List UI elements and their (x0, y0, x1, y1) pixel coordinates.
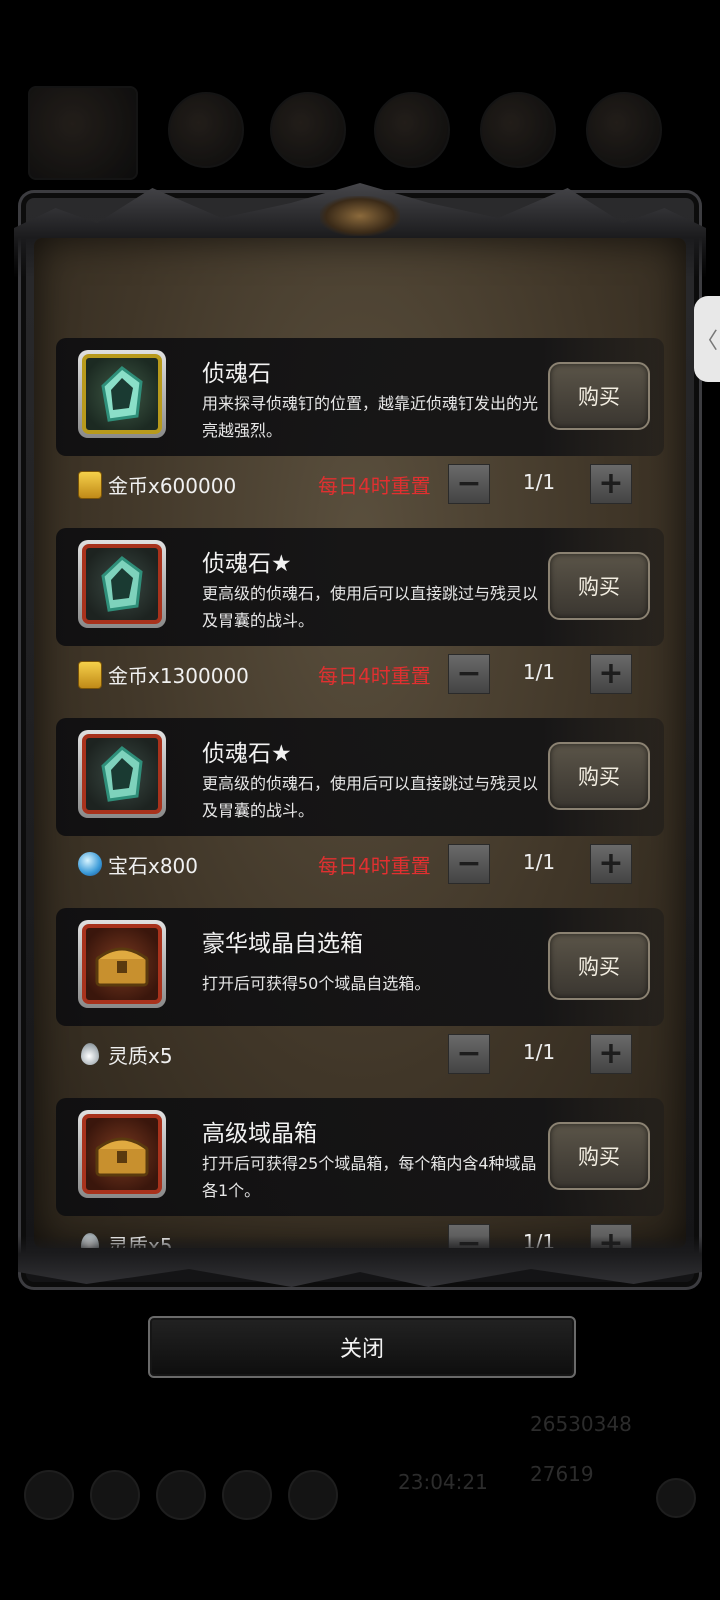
item-icon-frame (78, 350, 166, 438)
background-tab-gear (374, 92, 450, 168)
quantity-plus-button[interactable]: + (590, 654, 632, 694)
item-icon-frame (78, 1110, 166, 1198)
background-tab-misc (586, 92, 662, 168)
item-description: 更高级的侦魂石，使用后可以直接跳过与残灵以及胃囊的战斗。 (202, 774, 539, 820)
item-description: 打开后可获得50个域晶自选箱。 (202, 974, 431, 993)
quantity-minus-button[interactable]: − (448, 1034, 490, 1074)
quantity-count: 1/1 (522, 660, 556, 684)
soul-stone-icon (82, 354, 162, 434)
price-row: 金币x600000 每日4时重置 − 1/1 + (56, 464, 664, 504)
quantity-count: 1/1 (522, 470, 556, 494)
item-name: 侦魂石★ (202, 741, 292, 767)
gem-icon (78, 852, 102, 876)
background-bottom-icon-5 (288, 1470, 338, 1520)
background-gem-amount: 27619 (530, 1462, 594, 1486)
background-tab-helmet (270, 92, 346, 168)
quantity-minus-button[interactable]: − (448, 464, 490, 504)
buy-button[interactable]: 购买 (548, 1122, 650, 1190)
item-description: 用来探寻侦魂钉的位置，越靠近侦魂钉发出的光亮越强烈。 (202, 394, 539, 440)
item-name: 侦魂石 (202, 361, 271, 387)
item-name: 高级域晶箱 (202, 1121, 317, 1147)
shop-item-card: 侦魂石 用来探寻侦魂钉的位置，越靠近侦魂钉发出的光亮越强烈。 购买 (56, 338, 664, 456)
item-icon-frame (78, 920, 166, 1008)
advanced-chest-icon (82, 1114, 162, 1194)
quantity-plus-button[interactable]: + (590, 464, 632, 504)
background-timer: 23:04:21 (398, 1470, 488, 1494)
quantity-count: 1/1 (522, 1040, 556, 1064)
gold-coin-icon (78, 661, 102, 689)
quantity-plus-button[interactable]: + (590, 1034, 632, 1074)
shop-list-panel[interactable]: 侦魂石 用来探寻侦魂钉的位置，越靠近侦魂钉发出的光亮越强烈。 购买 金币x600… (34, 238, 686, 1248)
reset-text: 每日4时重置 (318, 854, 431, 878)
price-row: 金币x1300000 每日4时重置 − 1/1 + (56, 654, 664, 694)
item-name: 侦魂石★ (202, 551, 292, 577)
background-bottom-icon-3 (156, 1470, 206, 1520)
item-icon-frame (78, 730, 166, 818)
buy-button[interactable]: 购买 (548, 552, 650, 620)
background-tab-armor (168, 92, 244, 168)
side-drawer-handle[interactable]: 〈 (694, 296, 720, 382)
quantity-plus-button[interactable]: + (590, 844, 632, 884)
gold-coin-icon (78, 471, 102, 499)
buy-button[interactable]: 购买 (548, 742, 650, 810)
item-description: 打开后可获得25个域晶箱，每个箱内含4种域晶各1个。 (202, 1154, 537, 1200)
background-bottom-icon-4 (222, 1470, 272, 1520)
price-row: 宝石x800 每日4时重置 − 1/1 + (56, 844, 664, 884)
item-icon-frame (78, 540, 166, 628)
reset-text: 每日4时重置 (318, 664, 431, 688)
background-settings-icon (656, 1478, 696, 1518)
spirit-essence-icon (81, 1043, 99, 1065)
quantity-minus-button[interactable]: − (448, 844, 490, 884)
deluxe-chest-icon (82, 924, 162, 1004)
price-text: 金币x600000 (108, 474, 237, 498)
background-tab-weapon (28, 86, 138, 180)
price-text: 金币x1300000 (108, 664, 249, 688)
background-tab-gem (480, 92, 556, 168)
shop-item-card: 豪华域晶自选箱 打开后可获得50个域晶自选箱。 购买 (56, 908, 664, 1026)
shop-item-list[interactable]: 侦魂石 用来探寻侦魂钉的位置，越靠近侦魂钉发出的光亮越强烈。 购买 金币x600… (34, 238, 686, 1248)
soul-stone-star-icon (82, 544, 162, 624)
item-description: 更高级的侦魂石，使用后可以直接跳过与残灵以及胃囊的战斗。 (202, 584, 539, 630)
shop-item-card: 侦魂石★ 更高级的侦魂石，使用后可以直接跳过与残灵以及胃囊的战斗。 购买 (56, 718, 664, 836)
price-row: 灵质x5 − 1/1 + (56, 1034, 664, 1074)
price-text: 宝石x800 (108, 854, 199, 878)
reset-text: 每日4时重置 (318, 474, 431, 498)
item-name: 豪华域晶自选箱 (202, 931, 363, 957)
quantity-count: 1/1 (522, 850, 556, 874)
background-bottom-icon-1 (24, 1470, 74, 1520)
buy-button[interactable]: 购买 (548, 362, 650, 430)
price-text: 灵质x5 (108, 1044, 173, 1068)
shop-item-card: 侦魂石★ 更高级的侦魂石，使用后可以直接跳过与残灵以及胃囊的战斗。 购买 (56, 528, 664, 646)
background-bottom-icon-2 (90, 1470, 140, 1520)
quantity-minus-button[interactable]: − (448, 654, 490, 694)
buy-button[interactable]: 购买 (548, 932, 650, 1000)
frame-emblem-icon (320, 196, 400, 236)
shop-item-card: 高级域晶箱 打开后可获得25个域晶箱，每个箱内含4种域晶各1个。 购买 (56, 1098, 664, 1216)
soul-stone-star-icon (82, 734, 162, 814)
background-gold-amount: 26530348 (530, 1412, 632, 1436)
close-button[interactable]: 关闭 (148, 1316, 576, 1378)
